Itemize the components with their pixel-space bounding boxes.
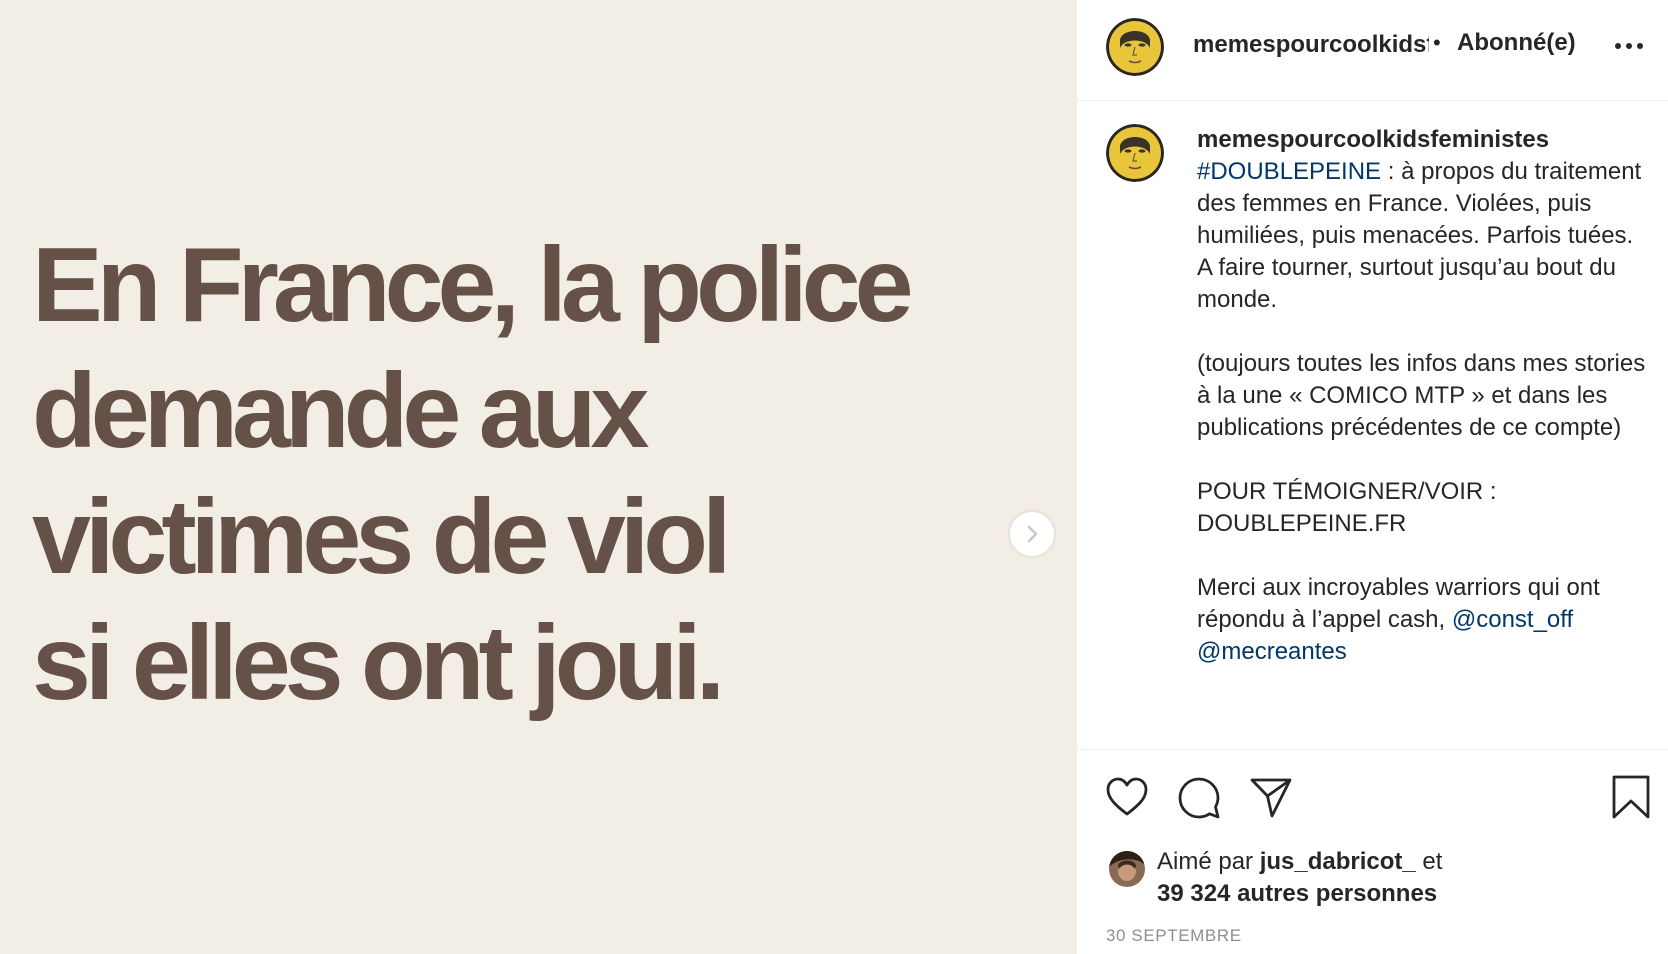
heart-icon[interactable] — [1105, 776, 1149, 818]
hashtag-link[interactable]: #DOUBLEPEINE — [1197, 158, 1381, 185]
caption-paragraph: DOUBLEPEINE.FR — [1197, 510, 1407, 537]
chevron-right-icon — [1027, 525, 1038, 543]
avatar[interactable] — [1106, 18, 1164, 76]
likes-summary: Aimé par jus_dabricot_ et 39 324 autres … — [1157, 846, 1442, 910]
avatar-image — [1109, 851, 1145, 887]
likes-connector: et — [1415, 848, 1443, 875]
liker-username[interactable]: jus_dabricot_ — [1260, 848, 1416, 875]
caption-paragraph: POUR TÉMOIGNER/VOIR : — [1197, 478, 1497, 505]
avatar-image — [1106, 18, 1164, 76]
caption-text: memespourcoolkidsfeministes #DOUBLEPEINE… — [1197, 124, 1647, 668]
caption-username[interactable]: memespourcoolkidsfeministes — [1197, 124, 1647, 156]
follow-status-button[interactable]: Abonné(e) — [1457, 28, 1576, 58]
caption-paragraph: (toujours toutes les infos dans mes stor… — [1197, 350, 1646, 441]
likes-count-link[interactable]: 39 324 autres personnes — [1157, 880, 1437, 907]
likes-prefix: Aimé par — [1157, 848, 1260, 875]
separator-dot: • — [1433, 30, 1441, 55]
post-image: En France, la police demande aux victime… — [0, 0, 1076, 954]
next-slide-button[interactable] — [1010, 512, 1054, 556]
liker-avatar[interactable] — [1109, 851, 1145, 887]
post-date[interactable]: 30 SEPTEMBRE — [1106, 926, 1242, 946]
header-username[interactable]: memespourcoolkidsfeministes — [1193, 30, 1429, 60]
caption-area[interactable]: memespourcoolkidsfeministes #DOUBLEPEINE… — [1077, 101, 1668, 749]
more-horizontal-icon — [1615, 43, 1643, 49]
bookmark-icon[interactable] — [1610, 774, 1652, 820]
post-actions: Aimé par jus_dabricot_ et 39 324 autres … — [1077, 749, 1668, 954]
caption-avatar[interactable] — [1106, 124, 1164, 182]
avatar-image — [1106, 124, 1164, 182]
post-header: memespourcoolkidsfeministes • Abonné(e) — [1077, 0, 1668, 101]
caption-paragraph: Merci aux incroyables warriors qui ont r… — [1197, 572, 1647, 668]
comment-icon[interactable] — [1177, 776, 1221, 820]
post-sidebar: memespourcoolkidsfeministes • Abonné(e) — [1076, 0, 1668, 954]
mention-link[interactable]: @mecreantes — [1197, 638, 1347, 665]
caption-paragraph: #DOUBLEPEINE : à propos du traitement de… — [1197, 156, 1647, 316]
post-headline: En France, la police demande aux victime… — [32, 226, 914, 722]
more-options-button[interactable] — [1610, 34, 1650, 58]
mention-link[interactable]: @const_off — [1452, 606, 1573, 633]
send-icon[interactable] — [1249, 776, 1293, 820]
